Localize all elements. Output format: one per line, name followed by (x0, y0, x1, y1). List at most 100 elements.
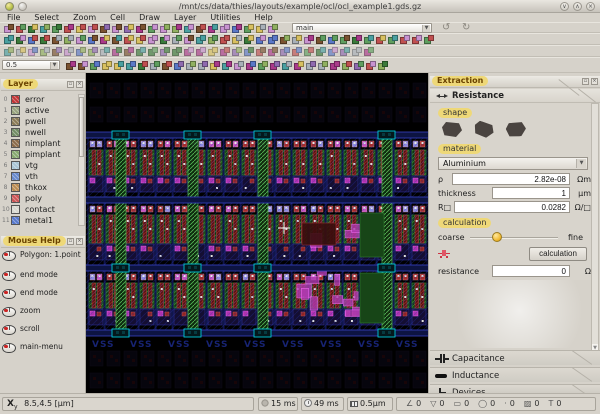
layer-swatch-icon[interactable] (11, 205, 20, 214)
layer-item-nwell[interactable]: 3nwell (0, 127, 78, 138)
toolbar-icon[interactable] (282, 61, 292, 71)
toolbar-icon[interactable] (162, 61, 172, 71)
toolbar-icon[interactable] (234, 61, 244, 71)
close-panel-icon[interactable]: × (76, 81, 83, 88)
devices-section[interactable]: Devices (430, 384, 600, 393)
toolbar-icon[interactable] (138, 61, 148, 71)
toolbar-icon[interactable] (16, 47, 26, 57)
menu-item-select[interactable]: Select (27, 13, 66, 22)
toolbar-icon[interactable] (366, 61, 376, 71)
toolbar-icon[interactable] (40, 35, 50, 45)
layer-list-scrollbar[interactable] (78, 94, 85, 226)
toolbar-icon[interactable] (354, 61, 364, 71)
cell-select-combo[interactable]: main ▼ (292, 23, 432, 33)
toolbar-icon[interactable] (292, 47, 302, 57)
toolbar-icon[interactable] (40, 47, 50, 57)
toolbar-icon[interactable] (64, 47, 74, 57)
layer-swatch-icon[interactable] (11, 128, 20, 137)
layer-swatch-icon[interactable] (11, 183, 20, 192)
layer-swatch-icon[interactable] (11, 150, 20, 159)
toolbar-icon[interactable] (172, 47, 182, 57)
rsquare-field[interactable] (454, 201, 570, 213)
toolbar-icon[interactable] (208, 35, 218, 45)
toolbar-icon[interactable] (124, 35, 134, 45)
toolbar-icon[interactable] (342, 61, 352, 71)
toolbar-icon[interactable] (388, 35, 398, 45)
grid-combo[interactable]: 0.5 ▼ (2, 60, 60, 70)
redo-icon[interactable]: ↻ (462, 23, 470, 33)
float-panel-icon[interactable]: ▫ (582, 78, 589, 85)
toolbar-icon[interactable] (352, 47, 362, 57)
toolbar-icon[interactable] (316, 35, 326, 45)
layer-item-contact[interactable]: 10contact (0, 204, 78, 215)
toolbar-icon[interactable] (126, 61, 136, 71)
layout-canvas[interactable]: VSSVSSVSSVSSVSSVSSVSSVSSVSS (86, 73, 428, 393)
toolbar-icon[interactable] (424, 35, 434, 45)
toolbar-icon[interactable] (198, 61, 208, 71)
toolbar-icon[interactable] (28, 47, 38, 57)
toolbar-icon[interactable] (340, 35, 350, 45)
layer-panel-header[interactable]: Layer ▫ × (1, 79, 85, 91)
close-panel-icon[interactable]: × (76, 238, 83, 245)
toolbar-icon[interactable] (304, 47, 314, 57)
toolbar-icon[interactable] (90, 61, 100, 71)
toolbar-icon[interactable] (376, 35, 386, 45)
layer-swatch-icon[interactable] (11, 172, 20, 181)
capacitance-section[interactable]: Capacitance (430, 350, 600, 365)
layer-swatch-icon[interactable] (11, 194, 20, 203)
toolbar-icon[interactable] (28, 35, 38, 45)
toolbar-icon[interactable] (378, 61, 388, 71)
toolbar-icon[interactable] (210, 61, 220, 71)
toolbar-icon[interactable] (100, 47, 110, 57)
float-panel-icon[interactable]: ▫ (67, 238, 74, 245)
toolbar-icon[interactable] (220, 35, 230, 45)
layer-item-metal1[interactable]: 11metal1 (0, 215, 78, 226)
toolbar-icon[interactable] (136, 47, 146, 57)
toolbar-icon[interactable] (52, 47, 62, 57)
toolbar-icon[interactable] (186, 61, 196, 71)
layer-swatch-icon[interactable] (11, 106, 20, 115)
toolbar-icon[interactable] (4, 47, 14, 57)
inductance-section[interactable]: Inductance (430, 367, 600, 382)
layer-item-vtg[interactable]: 6vtg (0, 160, 78, 171)
toolbar-icon[interactable] (112, 47, 122, 57)
toolbar-icon[interactable] (160, 35, 170, 45)
toolbar-icon[interactable] (268, 47, 278, 57)
toolbar-icon[interactable] (148, 35, 158, 45)
toolbar-icon[interactable] (66, 61, 76, 71)
layer-swatch-icon[interactable] (11, 139, 20, 148)
menu-item-zoom[interactable]: Zoom (66, 13, 103, 22)
rho-field[interactable] (452, 173, 570, 185)
toolbar-icon[interactable] (114, 61, 124, 71)
menu-item-utilities[interactable]: Utilities (203, 13, 247, 22)
toolbar-icon[interactable] (232, 35, 242, 45)
toolbar-icon[interactable] (412, 35, 422, 45)
toolbar-icon[interactable] (76, 47, 86, 57)
layer-swatch-icon[interactable] (11, 161, 20, 170)
minimize-button[interactable]: ∨ (560, 2, 569, 11)
mouse-help-header[interactable]: Mouse Help ▫ × (1, 236, 85, 248)
title-bar[interactable]: /mnt/cs/data/thies/layouts/example/ocl/o… (0, 0, 600, 13)
layer-item-active[interactable]: 1active (0, 105, 78, 116)
layer-swatch-icon[interactable] (11, 117, 20, 126)
toolbar-icon[interactable] (52, 35, 62, 45)
layer-item-vth[interactable]: 7vth (0, 171, 78, 182)
toolbar-icon[interactable] (184, 35, 194, 45)
close-panel-icon[interactable]: × (591, 78, 598, 85)
toolbar-icon[interactable] (364, 47, 374, 57)
material-combo[interactable]: Aluminium ▼ (438, 157, 588, 170)
toolbar-icon[interactable] (150, 61, 160, 71)
toolbar-icon[interactable] (112, 35, 122, 45)
menu-item-draw[interactable]: Draw (132, 13, 167, 22)
toolbar-icon[interactable] (100, 35, 110, 45)
scrollbar-thumb[interactable] (79, 97, 84, 157)
close-button[interactable]: × (586, 2, 595, 11)
layer-item-error[interactable]: 0error (0, 94, 78, 105)
resistance-field[interactable] (492, 265, 570, 277)
menu-item-layer[interactable]: Layer (167, 13, 203, 22)
toolbar-icon[interactable] (306, 61, 316, 71)
toolbar-icon[interactable] (64, 35, 74, 45)
toolbar-icon[interactable] (400, 35, 410, 45)
toolbar-icon[interactable] (16, 35, 26, 45)
layer-swatch-icon[interactable] (11, 95, 20, 104)
